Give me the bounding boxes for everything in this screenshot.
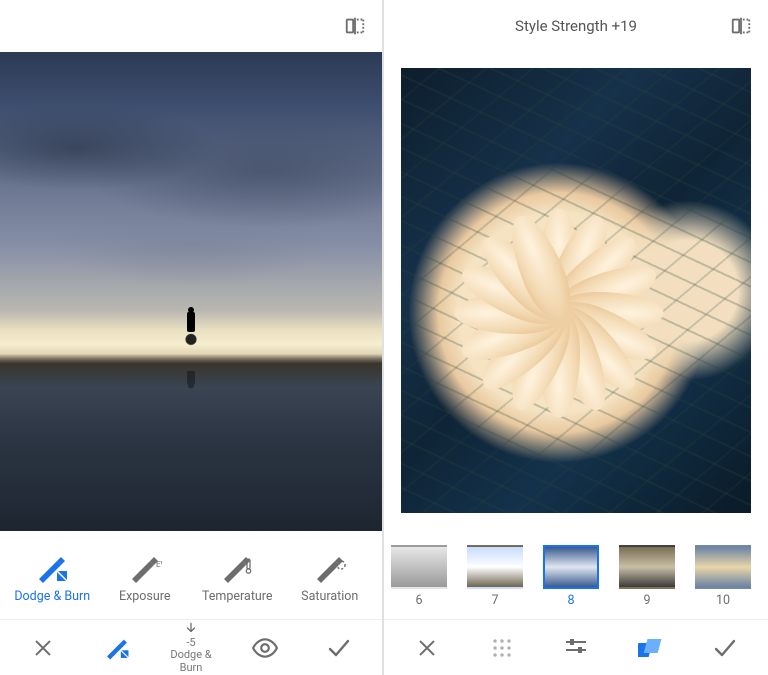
brush-mask-icon [104,635,130,661]
style-thumb-10[interactable]: 10 [688,545,758,608]
tool-exposure[interactable]: EV Exposure [100,553,190,604]
styles-button[interactable] [615,635,685,661]
compare-icon[interactable] [730,15,752,37]
right-canvas[interactable] [384,52,768,529]
style-strength-label: Style Strength +19 [384,17,768,35]
tool-label: Temperature [202,589,273,604]
style-thumb-9[interactable]: 9 [612,545,682,608]
tool-label: Exposure [119,589,171,604]
value-text: -5 Dodge & Burn [159,637,223,673]
brush-icon [35,553,69,583]
close-icon [414,635,440,661]
texture-button[interactable] [467,635,537,661]
style-swatch [467,545,523,589]
brush-icon: EV [128,553,162,583]
apply-button[interactable] [690,635,760,661]
right-topbar: Style Strength +19 [384,0,768,52]
style-swatch [619,545,675,589]
texture-icon [489,635,515,661]
tool-temperature[interactable]: Temperature [192,553,282,604]
left-canvas[interactable] [0,52,382,531]
left-topbar [0,0,382,52]
style-thumb-7[interactable]: 7 [460,545,530,608]
svg-text:EV: EV [156,560,162,569]
brush-tool-row: Dodge & Burn EV Exposure Temperature Sat… [0,531,382,619]
apply-button[interactable] [307,635,371,661]
style-thumb-8[interactable]: 8 [536,545,606,608]
check-icon [326,635,352,661]
eye-icon [252,635,278,661]
style-number: 7 [491,593,498,608]
arrow-down-icon [178,621,204,635]
close-icon [30,635,56,661]
adjust-button[interactable] [541,635,611,661]
style-swatch [543,545,599,589]
style-number: 9 [643,593,650,608]
cancel-button[interactable] [392,635,462,661]
value-readout[interactable]: -5 Dodge & Burn [159,621,223,673]
tool-saturation[interactable]: Saturation [285,553,375,604]
compare-icon[interactable] [344,15,366,37]
check-icon [712,635,738,661]
style-swatch [695,545,751,589]
tool-label: Saturation [301,589,358,604]
style-number: 6 [415,593,422,608]
brush-icon [313,553,347,583]
sliders-icon [563,635,589,661]
left-editor-panel: Dodge & Burn EV Exposure Temperature Sat… [0,0,384,675]
style-swatch [391,545,447,589]
tool-label: Dodge & Burn [14,589,90,604]
styles-icon [637,635,663,661]
right-editor-panel: Style Strength +19 6 7 8 9 10 [384,0,768,675]
style-number: 8 [567,593,574,608]
photo-beach [0,52,382,531]
cancel-button[interactable] [11,635,75,661]
brush-mode-button[interactable] [85,635,149,661]
brush-icon [220,553,254,583]
style-thumb-6[interactable]: 6 [384,545,454,608]
tool-dodge-burn[interactable]: Dodge & Burn [7,553,97,604]
photo-flower [401,68,751,513]
right-bottombar [384,619,768,675]
style-thumb-row[interactable]: 6 7 8 9 10 [384,529,768,619]
left-bottombar: -5 Dodge & Burn [0,619,382,675]
style-number: 10 [716,593,730,608]
visibility-button[interactable] [233,635,297,661]
